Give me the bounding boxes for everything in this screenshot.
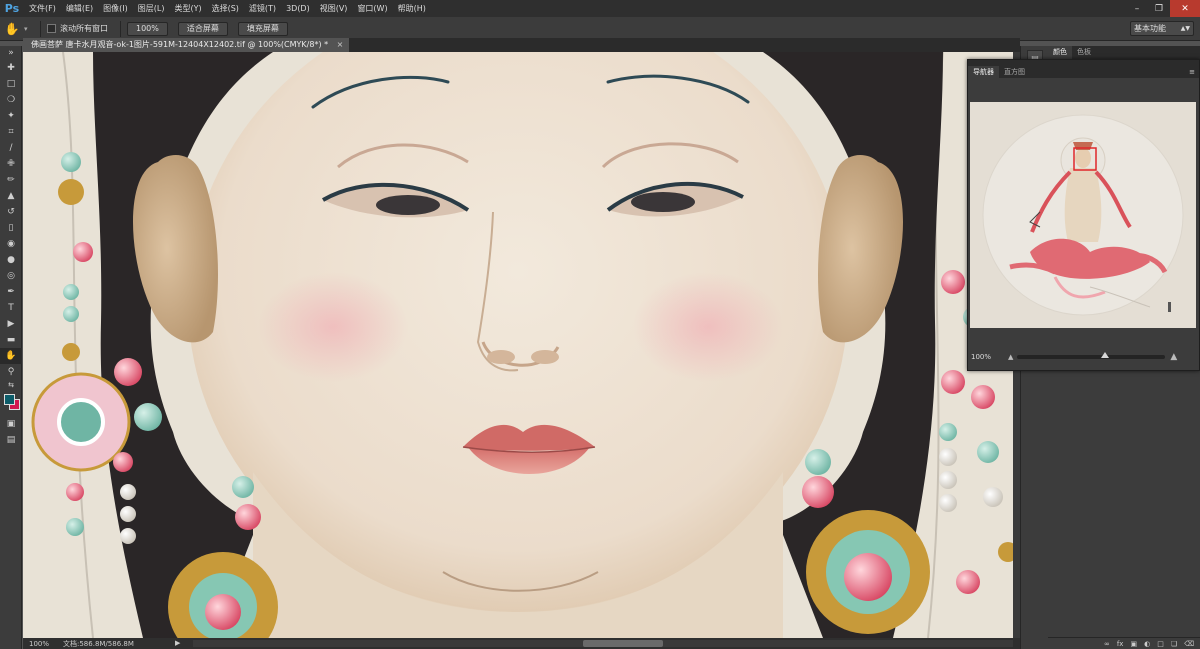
navigator-panel[interactable]: 导航器 直方图 ≡ 100% ▲ ▲ (967, 59, 1200, 371)
tools-panel: » ✚ □ ❍ ✦ ⌗ ∕ ✙ ✏ ▲ ↺ ▯ ◉ ● ◎ ✒ T ▶ ▬ ✋ … (0, 46, 22, 649)
color-swatches (0, 390, 22, 416)
menu-select[interactable]: 选择(S) (207, 0, 244, 17)
status-doc-size: 文档:586.8M/586.8M (63, 639, 134, 648)
hand-icon[interactable]: ✋ (0, 19, 24, 39)
zoom-tool-icon[interactable]: ⚲ (0, 364, 22, 380)
foreground-color-swatch[interactable] (4, 394, 15, 405)
zoom-100-button[interactable]: 100% (127, 21, 168, 36)
color-panel-tabs: 颜色 色板 (1048, 46, 1200, 59)
menu-edit[interactable]: 编辑(E) (61, 0, 98, 17)
hand-tool-icon[interactable]: ✋ (0, 348, 22, 364)
menu-type[interactable]: 类型(Y) (169, 0, 206, 17)
ps-logo: Ps (4, 2, 20, 15)
pen-tool-icon[interactable]: ✒ (0, 284, 22, 300)
workspace-value: 基本功能 (1134, 24, 1166, 33)
menu-layer[interactable]: 图层(L) (133, 0, 170, 17)
scroll-all-windows-label: 滚动所有窗口 (60, 24, 108, 33)
trash-icon[interactable]: ⌫ (1184, 640, 1194, 648)
link-layers-icon[interactable]: ∞ (1104, 640, 1110, 648)
navigator-thumbnail-art (970, 102, 1196, 328)
lasso-tool-icon[interactable]: ❍ (0, 92, 22, 108)
close-icon[interactable]: ✕ (1170, 0, 1200, 17)
layer-mask-icon[interactable]: ▣ (1130, 640, 1137, 648)
blur-tool-icon[interactable]: ● (0, 252, 22, 268)
status-zoom[interactable]: 100% (23, 640, 63, 648)
menu-help[interactable]: 帮助(H) (393, 0, 431, 17)
quick-mask-icon[interactable]: ▣ (0, 416, 22, 432)
eraser-tool-icon[interactable]: ▯ (0, 220, 22, 236)
scroll-all-windows-checkbox[interactable] (47, 24, 56, 33)
document-title: 佛画菩萨 唐卡水月观音-ok-1图片-591M-12404X12402.tif … (31, 40, 329, 49)
paint-bucket-tool-icon[interactable]: ◉ (0, 236, 22, 252)
brush-tool-icon[interactable]: ✏ (0, 172, 22, 188)
eyedropper-tool-icon[interactable]: ∕ (0, 140, 22, 156)
workspace-select[interactable]: 基本功能 ▲▼ (1130, 21, 1194, 36)
clone-stamp-tool-icon[interactable]: ▲ (0, 188, 22, 204)
healing-brush-tool-icon[interactable]: ✙ (0, 156, 22, 172)
navigator-zoom-value[interactable]: 100% (968, 353, 1008, 361)
navigator-zoom-controls: 100% ▲ ▲ (968, 350, 1199, 364)
screen-mode-icon[interactable]: ▤ (0, 432, 22, 448)
swap-colors-icon[interactable]: ⇆ (0, 380, 22, 390)
menu-window[interactable]: 窗口(W) (352, 0, 392, 17)
tab-color[interactable]: 颜色 (1048, 46, 1072, 59)
document-canvas[interactable] (23, 52, 1013, 638)
tab-histogram[interactable]: 直方图 (999, 66, 1030, 78)
dodge-tool-icon[interactable]: ◎ (0, 268, 22, 284)
rectangle-tool-icon[interactable]: ▬ (0, 332, 22, 348)
navigator-zoom-slider-knob[interactable] (1101, 352, 1110, 358)
layers-panel-footer: ∞ fx ▣ ◐ □ ❏ ⌫ (1048, 637, 1200, 649)
tool-preset-chevron-icon[interactable]: ▾ (24, 25, 34, 33)
menu-3d[interactable]: 3D(D) (281, 0, 315, 17)
menu-file[interactable]: 文件(F) (24, 0, 61, 17)
zoom-out-icon[interactable]: ▲ (1008, 353, 1013, 361)
navigator-zoom-slider[interactable] (1017, 352, 1166, 359)
painting-artwork (23, 52, 1013, 638)
navigator-tabs: 导航器 直方图 ≡ (968, 66, 1199, 78)
fit-screen-button[interactable]: 适合屏幕 (177, 21, 228, 36)
menu-bar: Ps 文件(F) 编辑(E) 图像(I) 图层(L) 类型(Y) 选择(S) 滤… (0, 0, 1200, 17)
navigator-thumbnail[interactable] (970, 102, 1196, 328)
restore-icon[interactable]: ❐ (1148, 0, 1170, 17)
crop-tool-icon[interactable]: ⌗ (0, 124, 22, 140)
status-menu-arrow-icon[interactable]: ▶ (175, 639, 180, 647)
divider (120, 20, 121, 37)
magic-wand-tool-icon[interactable]: ✦ (0, 108, 22, 124)
chevron-down-icon: ▲▼ (1180, 25, 1190, 32)
window-controls: – ❐ ✕ (1126, 0, 1200, 17)
menu-image[interactable]: 图像(I) (98, 0, 133, 17)
horizontal-scrollbar[interactable] (193, 640, 1013, 647)
layer-style-icon[interactable]: fx (1117, 640, 1124, 648)
history-brush-tool-icon[interactable]: ↺ (0, 204, 22, 220)
document-tab-bar: 佛画菩萨 唐卡水月观音-ok-1图片-591M-12404X12402.tif … (23, 38, 1020, 52)
menu-view[interactable]: 视图(V) (315, 0, 353, 17)
group-folder-icon[interactable]: □ (1157, 640, 1164, 648)
divider (40, 20, 41, 37)
zoom-in-icon[interactable]: ▲ (1170, 352, 1177, 362)
photoshop-window: Ps 文件(F) 编辑(E) 图像(I) 图层(L) 类型(Y) 选择(S) 滤… (0, 0, 1200, 649)
panel-menu-icon[interactable]: ≡ (1189, 66, 1195, 78)
type-tool-icon[interactable]: T (0, 300, 22, 316)
fill-screen-button[interactable]: 填充屏幕 (237, 21, 288, 36)
close-tab-icon[interactable]: × (337, 40, 344, 49)
status-bar: 100% 文档:586.8M/586.8M ▶ (23, 638, 1020, 649)
minimize-icon[interactable]: – (1126, 0, 1148, 17)
tab-navigator[interactable]: 导航器 (968, 66, 999, 78)
menu-filter[interactable]: 滤镜(T) (244, 0, 281, 17)
marquee-tool-icon[interactable]: □ (0, 76, 22, 92)
document-tab[interactable]: 佛画菩萨 唐卡水月观音-ok-1图片-591M-12404X12402.tif … (23, 38, 350, 52)
move-tool-icon[interactable]: ✚ (0, 60, 22, 76)
path-selection-tool-icon[interactable]: ▶ (0, 316, 22, 332)
new-layer-icon[interactable]: ❏ (1171, 640, 1177, 648)
horizontal-scroll-thumb[interactable] (583, 640, 663, 647)
tab-swatches[interactable]: 色板 (1072, 46, 1096, 59)
toolbar-grip-icon[interactable]: » (0, 46, 22, 60)
adjustment-layer-icon[interactable]: ◐ (1144, 640, 1150, 648)
